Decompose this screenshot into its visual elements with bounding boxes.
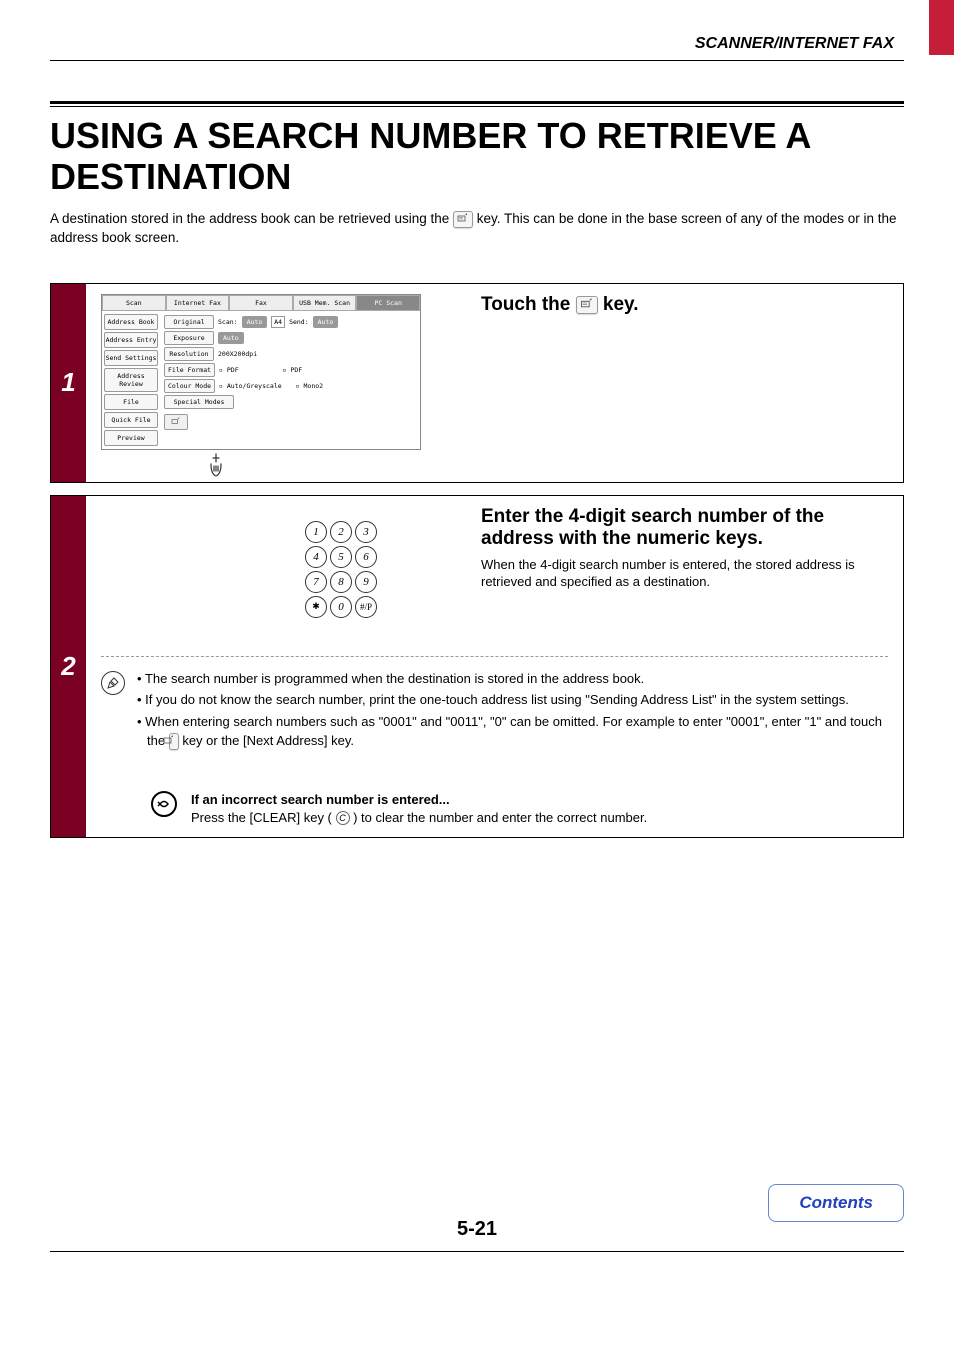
- keypad-9: 9: [355, 571, 377, 593]
- search-key-icon: [453, 211, 473, 228]
- side-address-entry: Address Entry: [104, 332, 158, 348]
- screen-tab-scan: Scan: [102, 295, 166, 311]
- undo-body: Press the [CLEAR] key ( C ) to clear the…: [191, 809, 647, 827]
- side-quick-file: Quick File: [104, 412, 158, 428]
- screen-tab-fax: Fax: [229, 295, 293, 311]
- screen-tab-pc: PC Scan: [356, 295, 420, 311]
- note-3: When entering search numbers such as "00…: [137, 712, 888, 751]
- keypad-hash: #/P: [355, 596, 377, 618]
- side-preview: Preview: [104, 430, 158, 446]
- title-rule-thick: [50, 101, 904, 104]
- row-fileformat: File Format: [164, 363, 215, 377]
- side-address-book: Address Book: [104, 314, 158, 330]
- section-title: SCANNER/INTERNET FAX: [695, 35, 894, 52]
- step-1-number: 1: [51, 284, 86, 482]
- step-1-block: 1 Scan Internet Fax Fax USB Mem. Scan PC…: [50, 283, 904, 483]
- row-original: Original: [164, 315, 214, 329]
- row-resolution: Resolution: [164, 347, 214, 361]
- row-special: Special Modes: [164, 395, 234, 409]
- page-header: SCANNER/INTERNET FAX: [0, 0, 954, 58]
- keypad-2: 2: [330, 521, 352, 543]
- step-2-subtext: When the 4-digit search number is entere…: [481, 556, 888, 591]
- row-colourmode: Colour Mode: [164, 379, 215, 393]
- undo-section: If an incorrect search number is entered…: [151, 791, 888, 827]
- search-key-icon-3: [169, 733, 179, 750]
- side-address-review: Address Review: [104, 368, 158, 392]
- side-red-tab: [929, 0, 954, 55]
- footer-rule: [50, 1251, 904, 1252]
- clear-key-glyph: C: [336, 811, 350, 825]
- keypad-6: 6: [355, 546, 377, 568]
- title-rule-thin: [50, 106, 904, 107]
- note-3-tail: key or the [Next Address] key.: [182, 733, 354, 748]
- keypad-8: 8: [330, 571, 352, 593]
- screen-tab-usb: USB Mem. Scan: [293, 295, 357, 311]
- undo-arrow-icon: [151, 791, 177, 817]
- note-1: The search number is programmed when the…: [137, 669, 888, 689]
- page-title: USING A SEARCH NUMBER TO RETRIEVE A DEST…: [50, 115, 904, 198]
- step-2-block: 2 1 2 3 4 5 6 7 8 9 ✱ 0: [50, 495, 904, 838]
- intro-paragraph: A destination stored in the address book…: [50, 210, 904, 248]
- undo-heading: If an incorrect search number is entered…: [191, 791, 647, 809]
- step-2-notes: The search number is programmed when the…: [101, 656, 888, 753]
- side-file: File: [104, 394, 158, 410]
- pencil-note-icon: [101, 671, 125, 695]
- keypad-4: 4: [305, 546, 327, 568]
- screen-search-number-key: [164, 414, 188, 430]
- step-1-instruction: Touch the key.: [481, 294, 888, 316]
- row-exposure: Exposure: [164, 331, 214, 345]
- screen-tab-ifax: Internet Fax: [166, 295, 230, 311]
- header-rule: [50, 60, 904, 61]
- step-2-keypad-area: 1 2 3 4 5 6 7 8 9 ✱ 0 #/P: [101, 506, 461, 618]
- keypad-7: 7: [305, 571, 327, 593]
- keypad-3: 3: [355, 521, 377, 543]
- step-2-instruction: Enter the 4-digit search number of the a…: [481, 506, 888, 550]
- note-2: If you do not know the search number, pr…: [137, 690, 888, 710]
- step-2-number: 2: [51, 496, 86, 837]
- keypad-5: 5: [330, 546, 352, 568]
- keypad-1: 1: [305, 521, 327, 543]
- contents-button[interactable]: Contents: [768, 1184, 904, 1222]
- side-send-settings: Send Settings: [104, 350, 158, 366]
- keypad-star: ✱: [305, 596, 327, 618]
- touch-hand-icon: [205, 452, 227, 483]
- step-1-screenshot: Scan Internet Fax Fax USB Mem. Scan PC S…: [101, 294, 461, 472]
- keypad-0: 0: [330, 596, 352, 618]
- intro-part1: A destination stored in the address book…: [50, 211, 453, 226]
- search-key-icon-2: [576, 296, 598, 314]
